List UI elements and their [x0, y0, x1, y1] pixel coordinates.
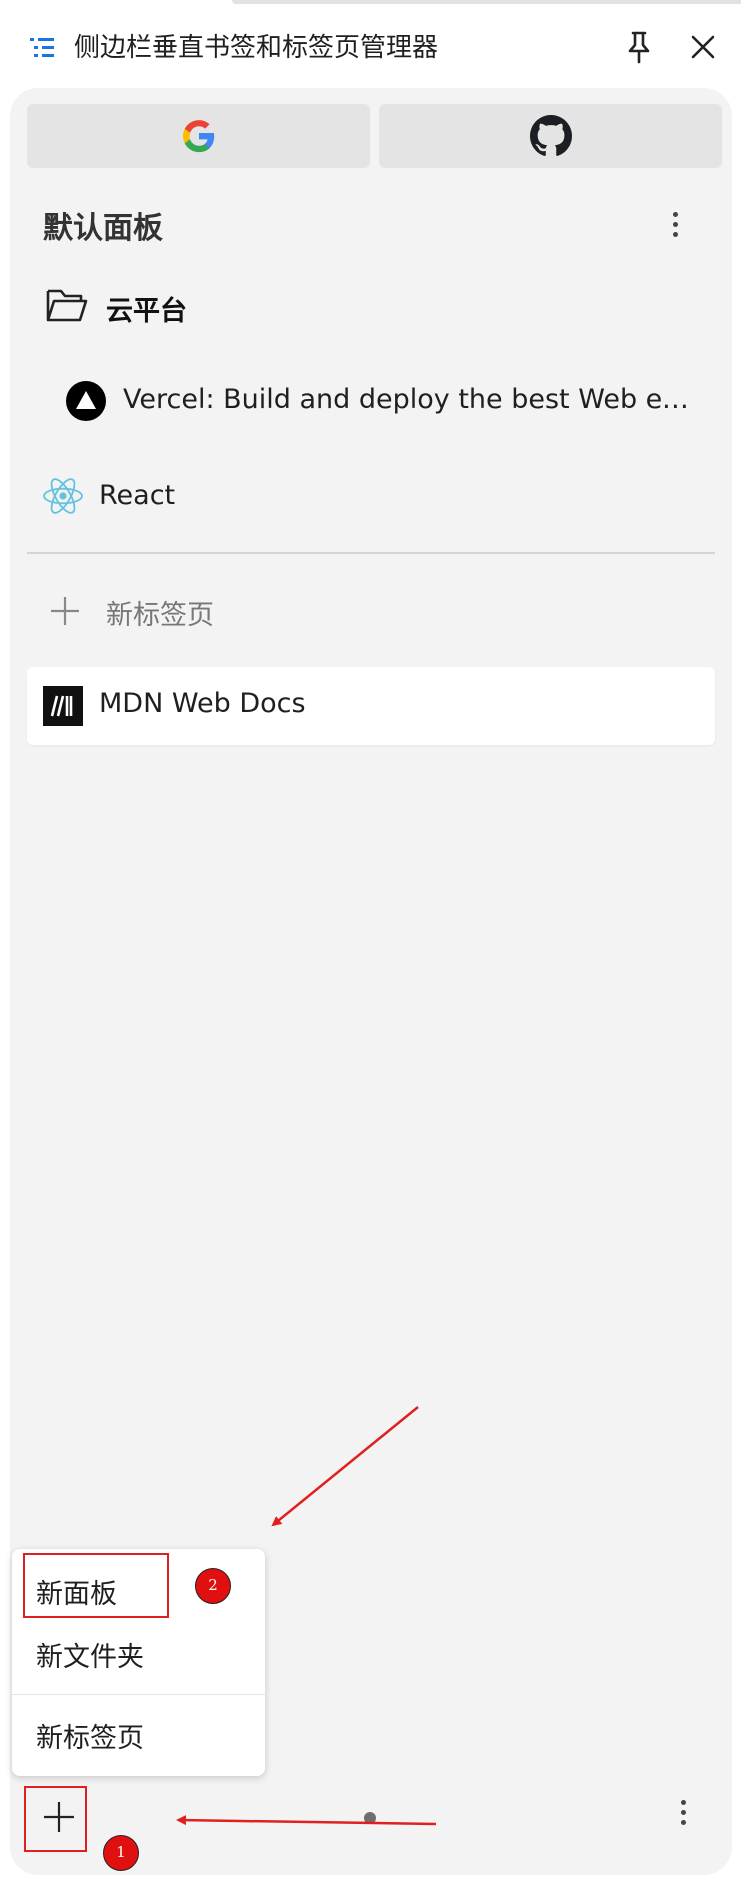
- title-bar: 侧边栏垂直书签和标签页管理器: [0, 0, 741, 88]
- menu-item-new-folder[interactable]: 新文件夹: [36, 1635, 144, 1674]
- menu-item-new-tab[interactable]: 新标签页: [36, 1716, 144, 1755]
- new-tab-button[interactable]: 新标签页: [106, 593, 214, 632]
- tab-label: MDN Web Docs: [99, 688, 306, 719]
- pin-icon[interactable]: [624, 30, 654, 64]
- quick-access-github[interactable]: [379, 104, 722, 168]
- close-icon[interactable]: [688, 32, 718, 62]
- highlight-add-button: [24, 1786, 87, 1852]
- board-menu-icon[interactable]: [671, 212, 679, 242]
- bookmark-vercel[interactable]: Vercel: Build and deploy the best Web ex…: [123, 384, 698, 415]
- annotation-badge-2: 2: [195, 1568, 231, 1604]
- quick-access-google[interactable]: [27, 104, 370, 168]
- more-options-icon[interactable]: [679, 1800, 687, 1830]
- window-title: 侧边栏垂直书签和标签页管理器: [74, 33, 439, 63]
- vercel-icon: [66, 381, 106, 421]
- google-icon: [182, 120, 214, 153]
- folder-label[interactable]: 云平台: [106, 289, 187, 328]
- section-divider: [27, 552, 715, 554]
- mdn-icon: [43, 686, 83, 726]
- react-icon: [43, 478, 83, 514]
- menu-divider: [12, 1694, 265, 1695]
- highlight-new-board: [23, 1553, 169, 1618]
- board-title[interactable]: 默认面板: [43, 203, 163, 247]
- folder-open-icon[interactable]: [46, 287, 88, 323]
- github-icon: [529, 115, 572, 156]
- resize-handle[interactable]: [364, 1812, 376, 1824]
- tab-mdn[interactable]: MDN Web Docs: [27, 667, 715, 745]
- annotation-badge-1: 1: [103, 1835, 139, 1871]
- plus-icon[interactable]: [49, 595, 81, 627]
- list-icon: [30, 38, 54, 57]
- bookmark-react[interactable]: React: [99, 480, 175, 511]
